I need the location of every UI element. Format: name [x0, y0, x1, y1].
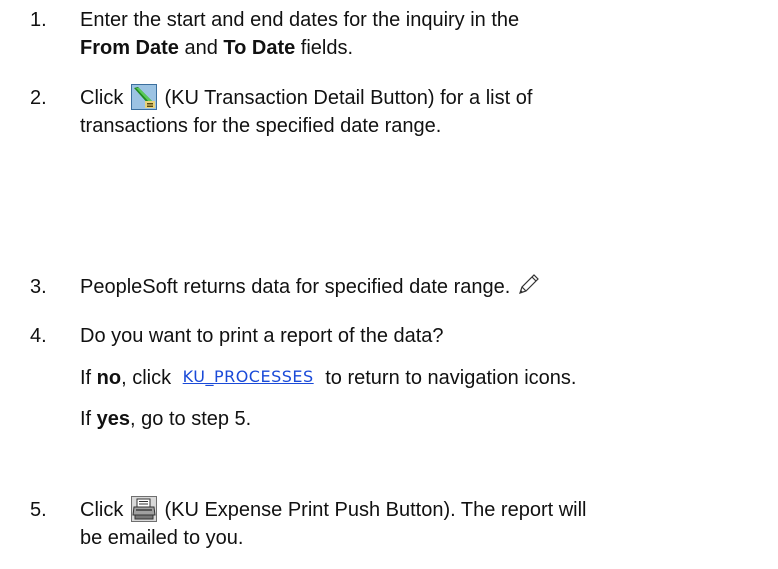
to-date-label: To Date	[223, 37, 296, 59]
step-text: PeopleSoft returns data for specified da…	[80, 273, 770, 301]
text-segment: PeopleSoft returns data for specified da…	[80, 276, 511, 298]
ku-processes-link[interactable]: KU_PROCESSES	[183, 363, 314, 391]
step-text: Click (KU Expense Print Push Button). Th…	[80, 496, 770, 524]
step-4-yes-option: If yes, go to step 5.	[80, 405, 770, 433]
yes-label: yes	[96, 408, 131, 430]
step-number: 2.	[30, 87, 47, 109]
step-1-line-2: From Date and To Date fields.	[80, 34, 770, 62]
text-segment: , go to step 5.	[130, 408, 252, 430]
text-segment: Click	[80, 87, 129, 109]
text-segment: Click	[80, 499, 129, 521]
step-number: 5.	[30, 499, 47, 521]
step-text: Enter the start and end dates for the in…	[80, 6, 770, 34]
step-2-line-2: transactions for the specified date rang…	[80, 115, 442, 137]
step-4-no-option: If no, click KU_PROCESSES to return to n…	[80, 363, 770, 392]
step-text: Click (KU Transaction Detail Button) for…	[80, 84, 770, 112]
text-segment: fields.	[295, 37, 354, 59]
text-segment: and	[178, 37, 224, 59]
text-segment: , click	[121, 367, 177, 389]
step-number: 1.	[30, 9, 47, 31]
ku-transaction-detail-button-icon[interactable]	[130, 84, 157, 110]
from-date-label: From Date	[80, 37, 179, 59]
step-5-line-2: be emailed to you.	[80, 527, 244, 549]
text-segment: If	[80, 408, 97, 430]
no-label: no	[96, 367, 122, 389]
step-number: 4.	[30, 325, 47, 347]
print-icon[interactable]	[130, 496, 157, 522]
pencil-icon	[518, 273, 540, 295]
text-segment: to return to navigation icons.	[319, 367, 577, 389]
step-1-line-1: Enter the start and end dates for the in…	[80, 9, 520, 31]
instruction-document: 1. Enter the start and end dates for the…	[0, 0, 778, 569]
text-segment: (KU Expense Print Push Button). The repo…	[158, 499, 587, 521]
step-number: 3.	[30, 276, 47, 298]
text-segment: If	[80, 367, 97, 389]
step-question: Do you want to print a report of the dat…	[80, 325, 444, 347]
text-segment: (KU Transaction Detail Button) for a lis…	[158, 87, 533, 109]
